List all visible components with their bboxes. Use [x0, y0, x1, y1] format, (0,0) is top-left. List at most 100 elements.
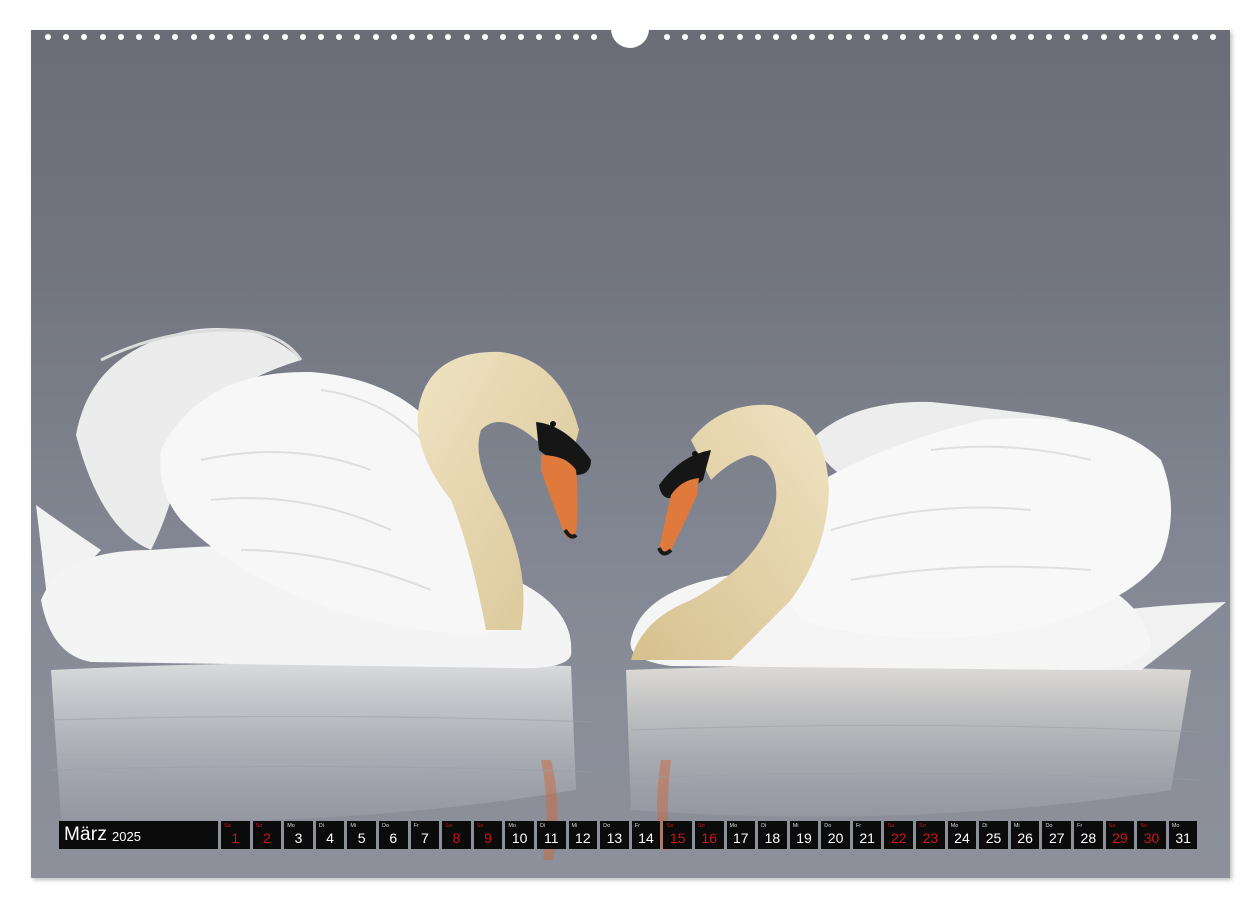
- day-number: 14: [638, 830, 654, 846]
- day-number: 16: [701, 830, 717, 846]
- day-cell: Mi 12: [568, 821, 598, 849]
- binding-hole: [846, 34, 852, 40]
- binding-hole: [482, 34, 488, 40]
- day-number: 30: [1143, 830, 1160, 846]
- day-cell: Do 6: [378, 821, 408, 849]
- day-cell: Mo 10: [505, 821, 534, 849]
- binding-hole: [227, 34, 233, 40]
- swans-illustration: [36, 328, 1226, 860]
- weekday-label: Sa: [224, 823, 231, 829]
- day-cell: Mi 19: [789, 821, 819, 849]
- weekday-label: Di: [318, 823, 324, 829]
- binding-hole: [136, 34, 142, 40]
- binding-hole: [809, 34, 815, 40]
- binding-hole: [118, 34, 124, 40]
- day-number: 27: [1048, 830, 1065, 846]
- day-number: 11: [543, 830, 559, 846]
- weekday-label: Sa: [666, 823, 674, 829]
- binding-hole: [1064, 34, 1070, 40]
- day-number: 19: [796, 830, 812, 846]
- binding-hole: [682, 34, 688, 40]
- right-swan: [630, 401, 1226, 670]
- day-number: 17: [733, 830, 749, 846]
- day-cell: So 30: [1137, 821, 1166, 849]
- binding-hole: [991, 34, 997, 40]
- binding-hole: [45, 34, 51, 40]
- right-swan-reflection: [626, 665, 1191, 817]
- weekday-label: So: [1140, 823, 1147, 829]
- weekday-label: Fr: [413, 823, 419, 829]
- binding-hole: [445, 34, 451, 40]
- day-number: 18: [764, 830, 781, 846]
- binding-hole: [1101, 34, 1107, 40]
- weekday-label: Fr: [634, 823, 640, 829]
- binding-hole: [1192, 34, 1198, 40]
- day-cell: Mi 5: [347, 821, 376, 849]
- binding-hole: [191, 34, 197, 40]
- weekday-label: Mi: [350, 823, 357, 829]
- weekday-label: Mo: [287, 823, 295, 829]
- binding-hole: [755, 34, 761, 40]
- binding-hole: [791, 34, 797, 40]
- day-number: 5: [357, 830, 366, 846]
- day-cell: Sa 1: [221, 821, 250, 849]
- binding-hole: [882, 34, 888, 40]
- weekday-label: Di: [539, 823, 546, 829]
- binding-hole: [973, 34, 979, 40]
- weekday-label: Mo: [508, 823, 516, 829]
- month-name: März: [64, 824, 108, 845]
- weekday-label: Di: [982, 823, 988, 829]
- weekday-label: Sa: [445, 823, 452, 829]
- weekday-label: So: [697, 823, 705, 829]
- binding-hole: [464, 34, 470, 40]
- day-cell: So 16: [694, 821, 724, 849]
- month-year: 2025: [112, 829, 141, 844]
- day-cell: Di 25: [979, 821, 1008, 849]
- binding-hole: [81, 34, 87, 40]
- binding-hole: [172, 34, 178, 40]
- weekday-label: Mi: [571, 823, 578, 829]
- day-cell: Do 27: [1042, 821, 1072, 849]
- weekday-label: Fr: [1077, 823, 1083, 829]
- left-swan-reflection: [51, 662, 576, 822]
- day-cell: Sa 15: [663, 821, 692, 849]
- day-number: 26: [1017, 830, 1033, 846]
- day-cells: Sa 1 So 2 Mo 3 Di 4 Mi 5 Do 6 Fr 7 Sa 8 So 9 Mo 10 Di 11 Mi 12 D…: [221, 821, 1198, 849]
- day-cell: Mo 31: [1168, 821, 1198, 849]
- swan-photo: [31, 30, 1230, 878]
- weekday-label: So: [476, 823, 484, 829]
- day-cell: Do 13: [600, 821, 629, 849]
- binding-hole: [282, 34, 288, 40]
- binding-hole: [737, 34, 743, 40]
- day-number: 10: [511, 830, 528, 846]
- binding-hole: [955, 34, 961, 40]
- weekday-label: Mo: [1171, 823, 1180, 829]
- binding-hole: [1010, 34, 1016, 40]
- weekday-label: Sa: [1108, 823, 1116, 829]
- binding-hole: [209, 34, 215, 40]
- binding-hole: [1082, 34, 1088, 40]
- binding-hole: [318, 34, 324, 40]
- binding-hole: [263, 34, 269, 40]
- binding-hole: [409, 34, 415, 40]
- binding-hole: [718, 34, 724, 40]
- binding-hole: [664, 34, 670, 40]
- day-number: 4: [326, 830, 334, 846]
- day-number: 29: [1112, 830, 1128, 846]
- calendar-page: März 2025 Sa 1 So 2 Mo 3 Di 4 Mi 5 Do 6 Fr 7 Sa 8 So 9 Mo 1…: [0, 0, 1260, 908]
- binding-hole: [1119, 34, 1125, 40]
- day-cell: Sa 8: [442, 821, 471, 849]
- day-cell: Sa 29: [1105, 821, 1135, 849]
- binding-hole: [573, 34, 579, 40]
- day-number: 9: [484, 830, 492, 846]
- day-cell: Fr 7: [410, 821, 440, 849]
- day-number: 20: [827, 830, 844, 846]
- weekday-label: So: [919, 823, 926, 829]
- weekday-label: Do: [1045, 823, 1053, 829]
- binding-hole: [1210, 34, 1216, 40]
- day-cell: So 9: [473, 821, 503, 849]
- day-cell: Fr 14: [631, 821, 661, 849]
- binding-hole: [900, 34, 906, 40]
- day-cell: Di 11: [536, 821, 566, 849]
- binding-hole: [536, 34, 542, 40]
